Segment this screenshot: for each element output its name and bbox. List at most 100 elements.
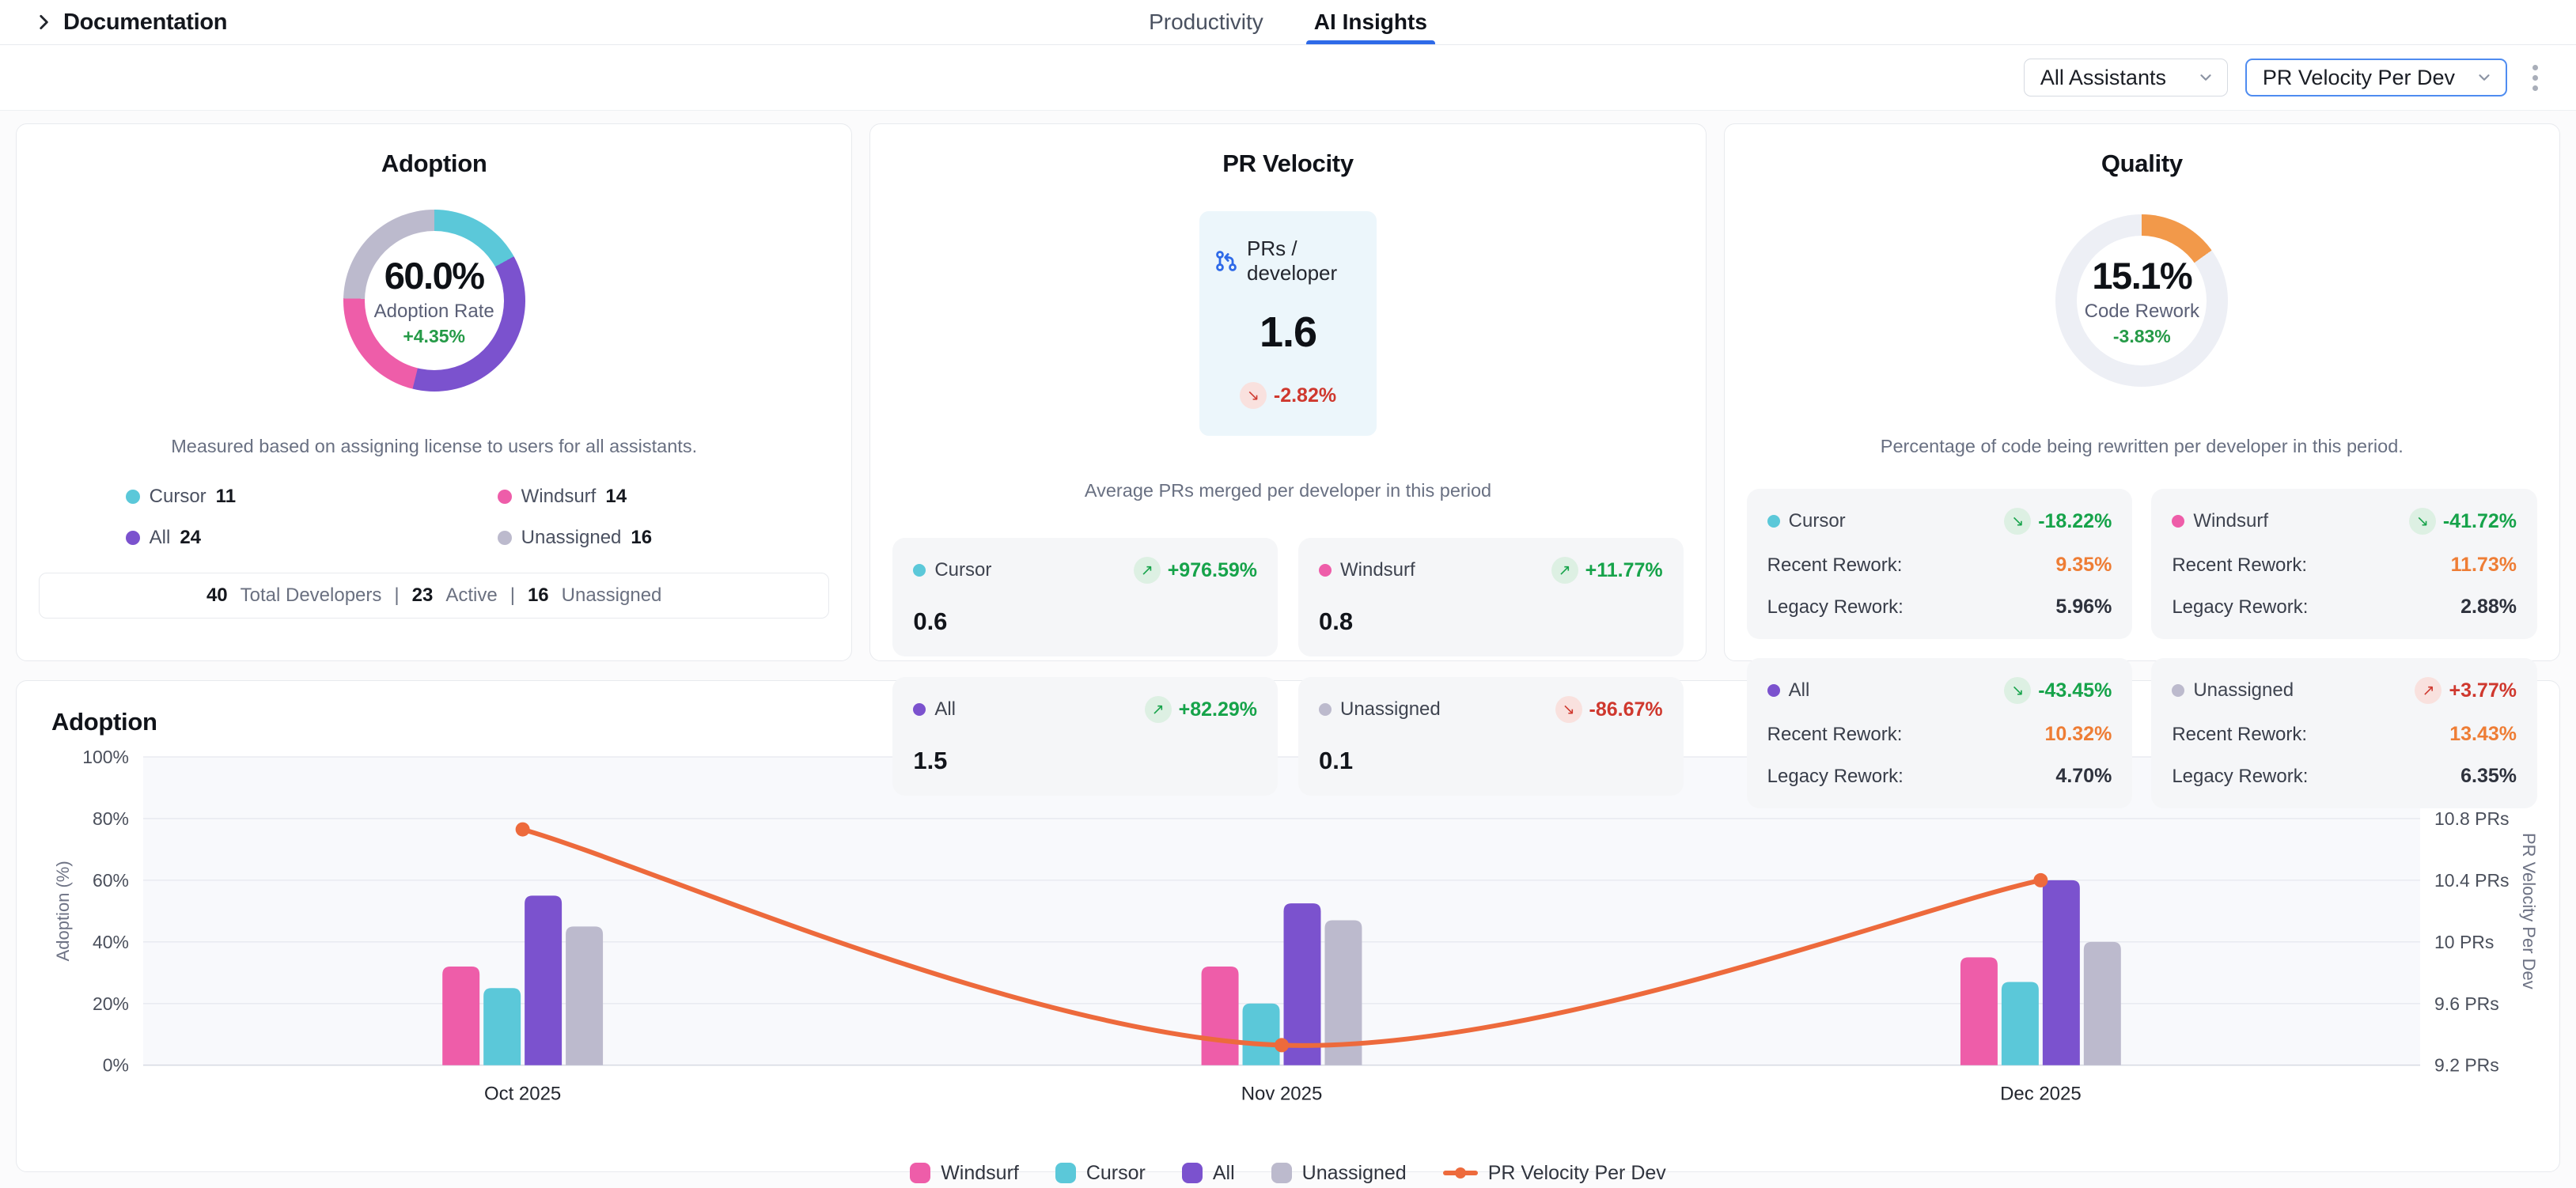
pr-velocity-description: Average PRs merged per developer in this… [892, 480, 1683, 501]
legend-item-unassigned: Unassigned 16 [498, 527, 743, 549]
unassigned-dot-icon [1319, 703, 1332, 716]
git-branch-icon [1214, 248, 1239, 274]
svg-text:40%: 40% [93, 932, 129, 952]
quality-description: Percentage of code being rewritten per d… [1747, 436, 2537, 457]
chart-legend-item[interactable]: Unassigned [1271, 1162, 1407, 1185]
trend-arrow-icon: ↘ [1555, 696, 1582, 723]
svg-text:20%: 20% [93, 993, 129, 1014]
trend-badge: ↗+82.29% [1145, 696, 1257, 723]
adoption-rate-label: Adoption Rate [374, 301, 494, 323]
legacy-rework-value: 2.88% [2460, 596, 2517, 619]
tab-ai-insights[interactable]: AI Insights [1309, 0, 1432, 44]
cursor-dot-icon [1767, 515, 1780, 528]
pr-tile-cursor: Cursor ↗+976.59% 0.6 [892, 538, 1278, 656]
tab-bar: Productivity AI Insights [1144, 0, 1432, 44]
recent-rework-label: Recent Rework: [2172, 554, 2307, 577]
windsurf-dot-icon [1319, 564, 1332, 577]
trend-value: +11.77% [1585, 559, 1663, 582]
recent-rework-label: Recent Rework: [1767, 724, 1903, 746]
svg-text:Oct 2025: Oct 2025 [484, 1084, 561, 1105]
quality-card: Quality 15.1% Code Rework -3.83% Percent… [1724, 123, 2560, 661]
breadcrumb-label: Documentation [63, 9, 227, 36]
tile-label: Windsurf [1340, 559, 1415, 581]
separator: | [394, 585, 399, 607]
assistants-select[interactable]: All Assistants [2024, 59, 2228, 96]
tile-label: All [934, 698, 956, 721]
trend-badge: ↗+3.77% [2415, 677, 2517, 704]
svg-text:60%: 60% [93, 870, 129, 891]
tile-value: 0.8 [1319, 607, 1663, 636]
svg-text:0%: 0% [103, 1055, 129, 1076]
svg-text:Dec 2025: Dec 2025 [2000, 1084, 2082, 1105]
trend-value: -86.67% [1589, 698, 1663, 721]
legend-swatch-icon [1182, 1163, 1203, 1183]
legend-value: 14 [605, 486, 627, 508]
tile-label: Unassigned [1340, 698, 1441, 721]
metric-select[interactable]: PR Velocity Per Dev [2245, 59, 2507, 96]
legend-label: Windsurf [521, 486, 597, 508]
metric-select-value: PR Velocity Per Dev [2263, 66, 2455, 90]
quality-tiles: Cursor ↘-18.22% Recent Rework:9.35% Lega… [1747, 489, 2537, 808]
prs-per-developer-trend: ↘ -2.82% [1240, 382, 1336, 409]
trend-badge: ↘-43.45% [2004, 677, 2112, 704]
legend-swatch-icon [910, 1163, 930, 1183]
legend-value: 24 [180, 527, 201, 549]
legend-label: Windsurf [941, 1162, 1019, 1185]
recent-rework-value: 10.32% [2045, 723, 2112, 746]
trend-value: -2.82% [1274, 384, 1336, 407]
dashboard-content: Adoption 60.0% Adoption Rate +4.35% Meas… [0, 111, 2576, 1172]
pr-velocity-card-title: PR Velocity [892, 149, 1683, 178]
cursor-dot-icon [126, 490, 140, 504]
legend-item-windsurf: Windsurf 14 [498, 486, 743, 508]
trend-arrow-icon: ↘ [2409, 508, 2436, 535]
chart-legend-item[interactable]: PR Velocity Per Dev [1443, 1162, 1666, 1185]
recent-rework-value: 9.35% [2055, 554, 2112, 577]
quality-card-title: Quality [1747, 149, 2537, 178]
legend-swatch-icon [1271, 1163, 1292, 1183]
chevron-down-icon [2197, 69, 2214, 86]
trend-arrow-icon: ↗ [1134, 557, 1161, 584]
trend-badge: ↘ -86.67% [1555, 696, 1663, 723]
chart-legend-item[interactable]: Cursor [1055, 1162, 1146, 1185]
breadcrumb[interactable]: Documentation [33, 9, 227, 36]
pr-tile-all: All ↗+82.29% 1.5 [892, 677, 1278, 796]
recent-rework-label: Recent Rework: [1767, 554, 1903, 577]
pr-velocity-card: PR Velocity PRs / developer 1.6 ↘ -2.82% [869, 123, 1706, 661]
legend-line-icon [1443, 1167, 1478, 1179]
svg-text:10.8 PRs: 10.8 PRs [2434, 808, 2509, 829]
trend-value: -41.72% [2443, 510, 2517, 533]
legend-label: All [150, 527, 171, 549]
quality-tile-unassigned: Unassigned ↗+3.77% Recent Rework:13.43% … [2151, 658, 2537, 808]
prs-per-developer-label: PRs / developer [1247, 236, 1362, 286]
svg-text:Adoption (%): Adoption (%) [53, 861, 73, 961]
legend-item-all: All 24 [126, 527, 498, 549]
prs-per-developer-box: PRs / developer 1.6 ↘ -2.82% [1199, 211, 1377, 436]
svg-text:10.4 PRs: 10.4 PRs [2434, 870, 2509, 891]
legend-label: Cursor [150, 486, 206, 508]
legacy-rework-value: 5.96% [2055, 596, 2112, 619]
legend-item-cursor: Cursor 11 [126, 486, 498, 508]
recent-rework-value: 13.43% [2449, 723, 2517, 746]
legacy-rework-label: Legacy Rework: [1767, 596, 1904, 619]
pr-tile-windsurf: Windsurf ↗+11.77% 0.8 [1298, 538, 1684, 656]
legacy-rework-label: Legacy Rework: [2172, 596, 2308, 619]
trend-value: +3.77% [2449, 679, 2517, 702]
tab-productivity[interactable]: Productivity [1144, 0, 1268, 44]
chevron-right-icon [33, 12, 54, 32]
adoption-donut-center: 60.0% Adoption Rate +4.35% [343, 210, 525, 392]
quality-tile-cursor: Cursor ↘-18.22% Recent Rework:9.35% Lega… [1747, 489, 2133, 639]
legacy-rework-label: Legacy Rework: [2172, 766, 2308, 788]
chart-legend-item[interactable]: Windsurf [910, 1162, 1019, 1185]
all-dot-icon [1767, 684, 1780, 697]
more-options-icon[interactable] [2525, 59, 2546, 97]
trend-value: +82.29% [1179, 698, 1257, 721]
trend-value: -18.22% [2038, 510, 2112, 533]
legend-label: Unassigned [1302, 1162, 1407, 1185]
filter-bar: All Assistants PR Velocity Per Dev [0, 45, 2576, 111]
adoption-donut-chart: 60.0% Adoption Rate +4.35% [343, 210, 525, 392]
chart-legend-item[interactable]: All [1182, 1162, 1235, 1185]
top-bar: Documentation Productivity AI Insights [0, 0, 2576, 45]
all-dot-icon [913, 703, 926, 716]
code-rework-value: 15.1% [2092, 254, 2191, 297]
adoption-legend: Cursor 11 Windsurf 14 All 24 Unassigned … [126, 486, 743, 549]
